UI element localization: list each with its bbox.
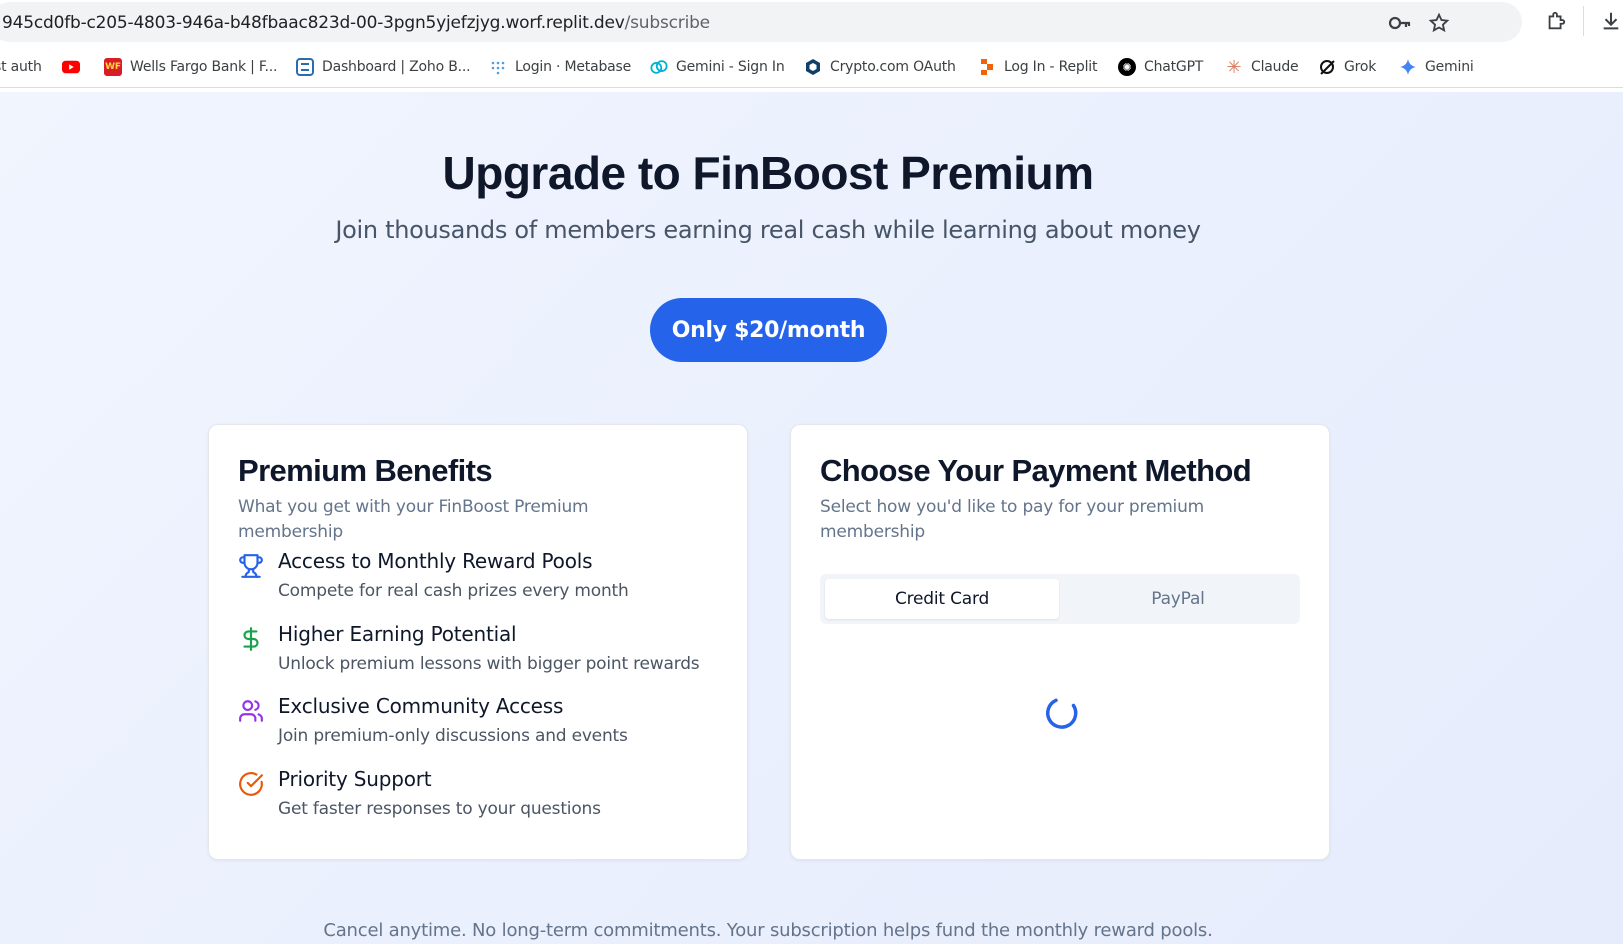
toolbar-divider bbox=[1583, 6, 1584, 36]
benefit-item-priority-support: Priority Support Get faster responses to… bbox=[238, 767, 738, 827]
benefit-description: Join premium-only discussions and events bbox=[278, 726, 628, 746]
cancellation-note: Cancel anytime. No long-term commitments… bbox=[323, 920, 1213, 941]
metabase-icon bbox=[489, 58, 507, 76]
crypto-com-icon bbox=[804, 58, 822, 76]
bookmark-star-icon[interactable] bbox=[1428, 12, 1450, 34]
check-circle-icon bbox=[238, 771, 264, 797]
bookmark-wells-fargo[interactable]: WF Wells Fargo Bank | F... bbox=[104, 56, 277, 78]
tab-paypal[interactable]: PayPal bbox=[1061, 579, 1295, 619]
bookmark-zoho[interactable]: Dashboard | Zoho B... bbox=[296, 56, 471, 78]
payment-method-tabs: Credit Card PayPal bbox=[820, 574, 1300, 624]
benefit-title: Higher Earning Potential bbox=[278, 622, 517, 646]
page-subtitle: Join thousands of members earning real c… bbox=[335, 216, 1201, 244]
password-key-icon[interactable] bbox=[1388, 12, 1411, 34]
bookmark-chatgpt[interactable]: ✺ ChatGPT bbox=[1118, 56, 1203, 78]
download-icon[interactable] bbox=[1600, 10, 1622, 32]
bookmark-item[interactable]: st auth bbox=[0, 56, 42, 78]
dollar-icon bbox=[238, 626, 264, 652]
payment-description: Select how you'd like to pay for your pr… bbox=[820, 497, 1205, 542]
bookmark-grok[interactable]: Grok bbox=[1318, 56, 1376, 78]
tab-credit-card[interactable]: Credit Card bbox=[825, 579, 1059, 619]
payment-title: Choose Your Payment Method bbox=[820, 453, 1252, 488]
bookmark-youtube[interactable] bbox=[62, 56, 80, 78]
benefit-title: Priority Support bbox=[278, 767, 432, 791]
bookmark-label: st auth bbox=[0, 59, 42, 75]
benefit-title: Access to Monthly Reward Pools bbox=[278, 549, 593, 573]
bookmarks-bar: st auth WF Wells Fargo Bank | F... Dashb… bbox=[0, 48, 1623, 88]
bookmark-label: Log In - Replit bbox=[1004, 59, 1098, 75]
benefit-item-earning-potential: Higher Earning Potential Unlock premium … bbox=[238, 622, 738, 682]
benefit-item-community: Exclusive Community Access Join premium-… bbox=[238, 694, 738, 754]
bookmark-label: Claude bbox=[1251, 59, 1299, 75]
bookmark-gemini-signin[interactable]: Gemini - Sign In bbox=[650, 56, 785, 78]
price-button[interactable]: Only $20/month bbox=[650, 298, 887, 362]
chatgpt-icon: ✺ bbox=[1118, 58, 1136, 76]
subscribe-page: Upgrade to FinBoost Premium Join thousan… bbox=[0, 92, 1623, 944]
url-path: /subscribe bbox=[624, 13, 711, 33]
benefits-description: What you get with your FinBoost Premium … bbox=[238, 497, 589, 542]
url-host: 945cd0fb-c205-4803-946a-b48fbaac823d-00-… bbox=[2, 13, 625, 33]
gemini-exchange-icon bbox=[650, 58, 668, 76]
replit-icon bbox=[978, 58, 996, 76]
benefits-title: Premium Benefits bbox=[238, 453, 493, 488]
bookmark-label: Gemini bbox=[1425, 59, 1474, 75]
bookmark-label: Login · Metabase bbox=[515, 59, 632, 75]
benefit-description: Unlock premium lessons with bigger point… bbox=[278, 654, 700, 674]
benefit-item-reward-pools: Access to Monthly Reward Pools Compete f… bbox=[238, 549, 738, 609]
payment-card: Choose Your Payment Method Select how yo… bbox=[790, 424, 1330, 860]
bookmark-label: ChatGPT bbox=[1144, 59, 1204, 75]
extensions-icon[interactable] bbox=[1545, 10, 1567, 32]
loading-spinner-icon bbox=[1043, 694, 1081, 732]
bookmark-metabase[interactable]: Login · Metabase bbox=[489, 56, 631, 78]
bookmark-claude[interactable]: ✳ Claude bbox=[1225, 56, 1299, 78]
gemini-sparkle-icon bbox=[1399, 58, 1417, 76]
bookmark-crypto-com[interactable]: Crypto.com OAuth bbox=[804, 56, 956, 78]
browser-address-bar: 945cd0fb-c205-4803-946a-b48fbaac823d-00-… bbox=[0, 0, 1623, 42]
benefit-description: Get faster responses to your questions bbox=[278, 799, 601, 819]
users-icon bbox=[238, 698, 264, 724]
bookmark-replit[interactable]: Log In - Replit bbox=[978, 56, 1097, 78]
zoho-icon bbox=[296, 58, 314, 76]
benefit-title: Exclusive Community Access bbox=[278, 694, 564, 718]
benefits-card: Premium Benefits What you get with your … bbox=[208, 424, 748, 860]
grok-icon bbox=[1318, 58, 1336, 76]
benefit-description: Compete for real cash prizes every month bbox=[278, 581, 629, 601]
url-field[interactable]: 945cd0fb-c205-4803-946a-b48fbaac823d-00-… bbox=[0, 2, 1522, 42]
wells-fargo-icon: WF bbox=[104, 58, 122, 76]
page-title: Upgrade to FinBoost Premium bbox=[442, 147, 1094, 199]
claude-icon: ✳ bbox=[1226, 56, 1242, 78]
bookmark-label: Dashboard | Zoho B... bbox=[322, 59, 471, 75]
bookmark-label: Crypto.com OAuth bbox=[830, 59, 956, 75]
trophy-icon bbox=[238, 553, 264, 579]
bookmark-label: Wells Fargo Bank | F... bbox=[130, 59, 278, 75]
url-text: 945cd0fb-c205-4803-946a-b48fbaac823d-00-… bbox=[2, 13, 710, 33]
bookmark-label: Gemini - Sign In bbox=[676, 59, 785, 75]
youtube-icon bbox=[62, 58, 80, 76]
bookmark-gemini[interactable]: Gemini bbox=[1399, 56, 1474, 78]
bookmark-label: Grok bbox=[1344, 59, 1377, 75]
